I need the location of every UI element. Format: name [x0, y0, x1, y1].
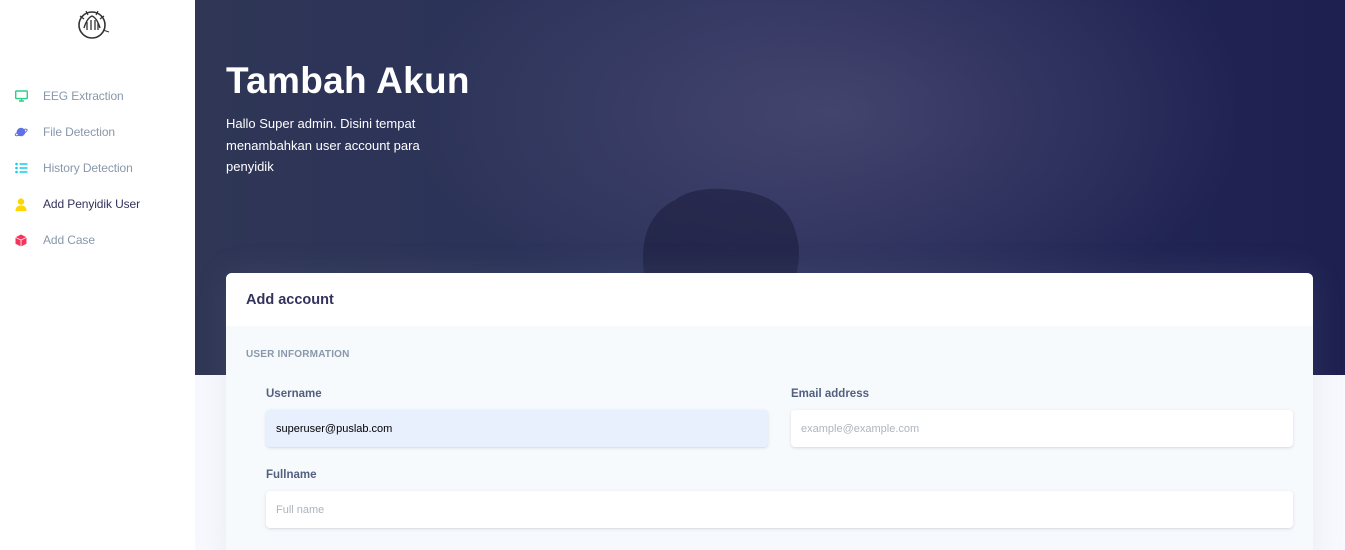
- sidebar-item-add-penyidik-user[interactable]: Add Penyidik User: [0, 186, 195, 222]
- sidebar: EEG Extraction File Detection History De…: [0, 0, 195, 550]
- page-description: Hallo Super admin. Disini tempat menamba…: [226, 116, 420, 174]
- user-icon: [14, 197, 28, 211]
- email-input[interactable]: [791, 410, 1293, 447]
- sidebar-nav: EEG Extraction File Detection History De…: [0, 78, 195, 258]
- list-icon: [14, 161, 28, 175]
- card-title: Add account: [246, 291, 334, 308]
- section-heading: USER INFORMATION: [246, 349, 350, 360]
- sidebar-item-file-detection[interactable]: File Detection: [0, 114, 195, 150]
- username-label: Username: [266, 388, 322, 400]
- sidebar-item-history-detection[interactable]: History Detection: [0, 150, 195, 186]
- card-header: Add account: [226, 273, 1313, 326]
- fullname-input[interactable]: [266, 491, 1293, 528]
- monitor-icon: [14, 89, 28, 103]
- username-input[interactable]: [266, 410, 768, 447]
- sidebar-item-label: EEG Extraction: [43, 89, 124, 103]
- logo[interactable]: [76, 8, 112, 42]
- fullname-label: Fullname: [266, 469, 317, 481]
- planet-icon: [14, 125, 28, 139]
- sidebar-item-label: Add Case: [43, 233, 95, 247]
- box-icon: [14, 233, 28, 247]
- add-account-card: Add account USER INFORMATION Username Em…: [226, 273, 1313, 550]
- sidebar-item-label: Add Penyidik User: [43, 197, 141, 211]
- sidebar-item-add-case[interactable]: Add Case: [0, 222, 195, 258]
- email-label: Email address: [791, 388, 869, 400]
- sidebar-item-label: History Detection: [43, 161, 133, 175]
- sidebar-item-label: File Detection: [43, 125, 115, 139]
- page-title: Tambah Akun: [226, 60, 470, 101]
- sidebar-item-eeg-extraction[interactable]: EEG Extraction: [0, 78, 195, 114]
